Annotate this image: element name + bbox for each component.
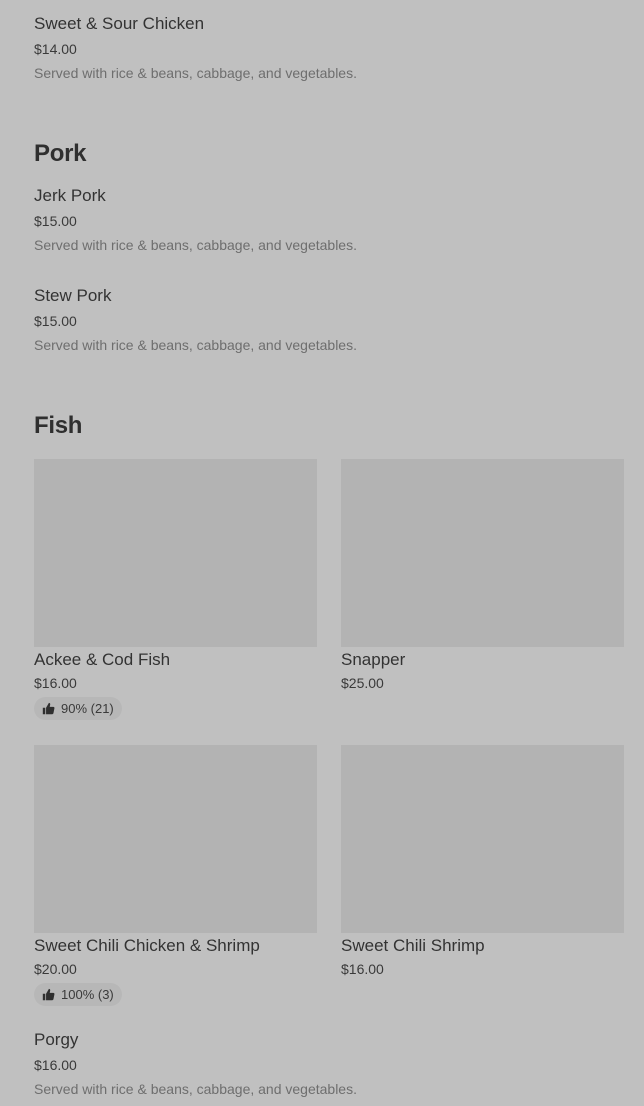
item-name: Ackee & Cod Fish xyxy=(34,650,171,669)
menu-item-jerk-pork[interactable]: Jerk Pork $15.00 Served with rice & bean… xyxy=(34,186,610,258)
item-description: Served with rice & beans, cabbage, and v… xyxy=(34,237,357,253)
menu-card-sweet-chili-shrimp[interactable]: Sweet Chili Shrimp $16.00 xyxy=(341,745,624,985)
menu-card-sweet-chili-chicken-shrimp[interactable]: Sweet Chili Chicken & Shrimp $20.00 100%… xyxy=(34,745,317,1009)
item-price: $16.00 xyxy=(34,1057,77,1073)
item-name: Jerk Pork xyxy=(34,186,106,205)
item-price: $14.00 xyxy=(34,41,77,57)
menu-card-snapper[interactable]: Snapper $25.00 xyxy=(341,459,624,699)
item-image xyxy=(34,459,317,647)
item-name: Sweet Chili Chicken & Shrimp xyxy=(34,936,260,955)
thumbs-up-icon xyxy=(42,988,55,1001)
item-name: Snapper xyxy=(341,650,406,669)
menu-item-sweet-sour-chicken[interactable]: Sweet & Sour Chicken $14.00 Served with … xyxy=(34,14,610,86)
item-description: Served with rice & beans, cabbage, and v… xyxy=(34,1081,357,1097)
menu-card-ackee-cod-fish[interactable]: Ackee & Cod Fish $16.00 90% (21) xyxy=(34,459,317,723)
menu-item-stew-pork[interactable]: Stew Pork $15.00 Served with rice & bean… xyxy=(34,286,610,358)
item-price: $16.00 xyxy=(34,675,77,691)
item-description: Served with rice & beans, cabbage, and v… xyxy=(34,65,357,81)
section-title-pork: Pork xyxy=(34,140,87,167)
rating-text: 100% (3) xyxy=(61,987,114,1002)
item-price: $15.00 xyxy=(34,213,77,229)
item-image xyxy=(341,745,624,933)
item-name: Porgy xyxy=(34,1030,79,1049)
item-name: Sweet Chili Shrimp xyxy=(341,936,485,955)
menu-item-porgy[interactable]: Porgy $16.00 Served with rice & beans, c… xyxy=(34,1030,610,1102)
item-name: Stew Pork xyxy=(34,286,112,305)
rating-text: 90% (21) xyxy=(61,701,114,716)
rating-badge: 90% (21) xyxy=(34,697,122,720)
item-price: $15.00 xyxy=(34,313,77,329)
thumbs-up-icon xyxy=(42,702,55,715)
item-price: $25.00 xyxy=(341,675,384,691)
item-name: Sweet & Sour Chicken xyxy=(34,14,205,33)
item-image xyxy=(341,459,624,647)
rating-badge: 100% (3) xyxy=(34,983,122,1006)
item-description: Served with rice & beans, cabbage, and v… xyxy=(34,337,357,353)
item-image xyxy=(34,745,317,933)
item-price: $20.00 xyxy=(34,961,77,977)
section-title-fish: Fish xyxy=(34,412,83,439)
item-price: $16.00 xyxy=(341,961,384,977)
